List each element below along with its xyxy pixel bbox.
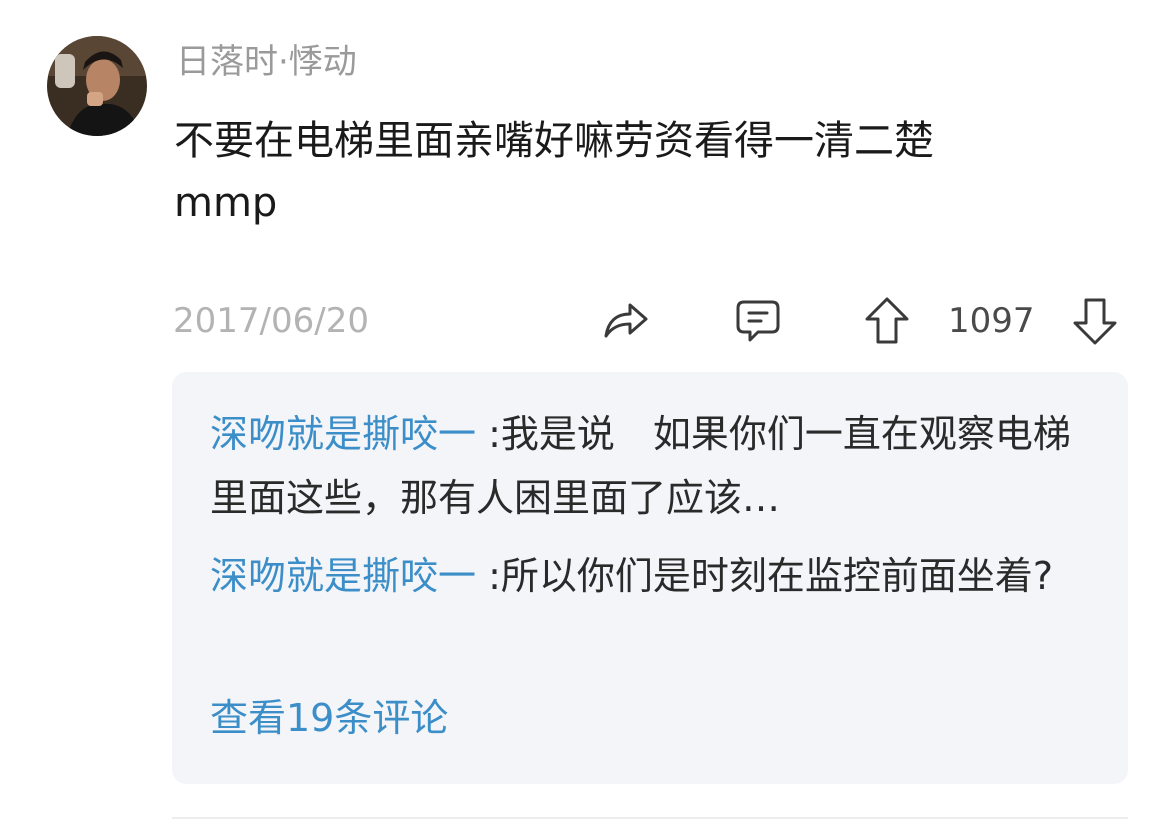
comment-date: 2017/06/20 xyxy=(173,301,369,341)
reply-text: 所以你们是时刻在监控前面坐着? xyxy=(500,554,1054,598)
reply-author[interactable]: 深吻就是撕咬一 xyxy=(210,554,476,598)
vote-count: 1097 xyxy=(948,301,1035,341)
arrow-up-icon[interactable] xyxy=(864,296,910,346)
reply-separator: : xyxy=(488,554,501,598)
comment-text: 不要在电梯里面亲嘴好嘛劳资看得一清二楚 mmp xyxy=(174,118,934,226)
avatar[interactable] xyxy=(47,36,147,136)
share-icon[interactable] xyxy=(602,298,650,342)
replies-preview[interactable]: 深吻就是撕咬一 :我是说 如果你们一直在观察电梯里面这些，那有人困里面了应该… … xyxy=(172,372,1128,784)
reply-separator: : xyxy=(488,412,501,456)
divider xyxy=(172,817,1128,819)
reply-item[interactable]: 深吻就是撕咬一 :所以你们是时刻在监控前面坐着? xyxy=(210,544,1090,608)
comment-username[interactable]: 日落时·悸动 xyxy=(176,40,357,84)
reply-author[interactable]: 深吻就是撕咬一 xyxy=(210,412,476,456)
reply-item[interactable]: 深吻就是撕咬一 :我是说 如果你们一直在观察电梯里面这些，那有人困里面了应该… xyxy=(210,402,1090,530)
arrow-down-icon[interactable] xyxy=(1072,296,1118,346)
comment-icon[interactable] xyxy=(734,298,782,344)
avatar-image xyxy=(47,36,147,136)
view-all-replies-link[interactable]: 查看19条评论 xyxy=(210,690,448,746)
